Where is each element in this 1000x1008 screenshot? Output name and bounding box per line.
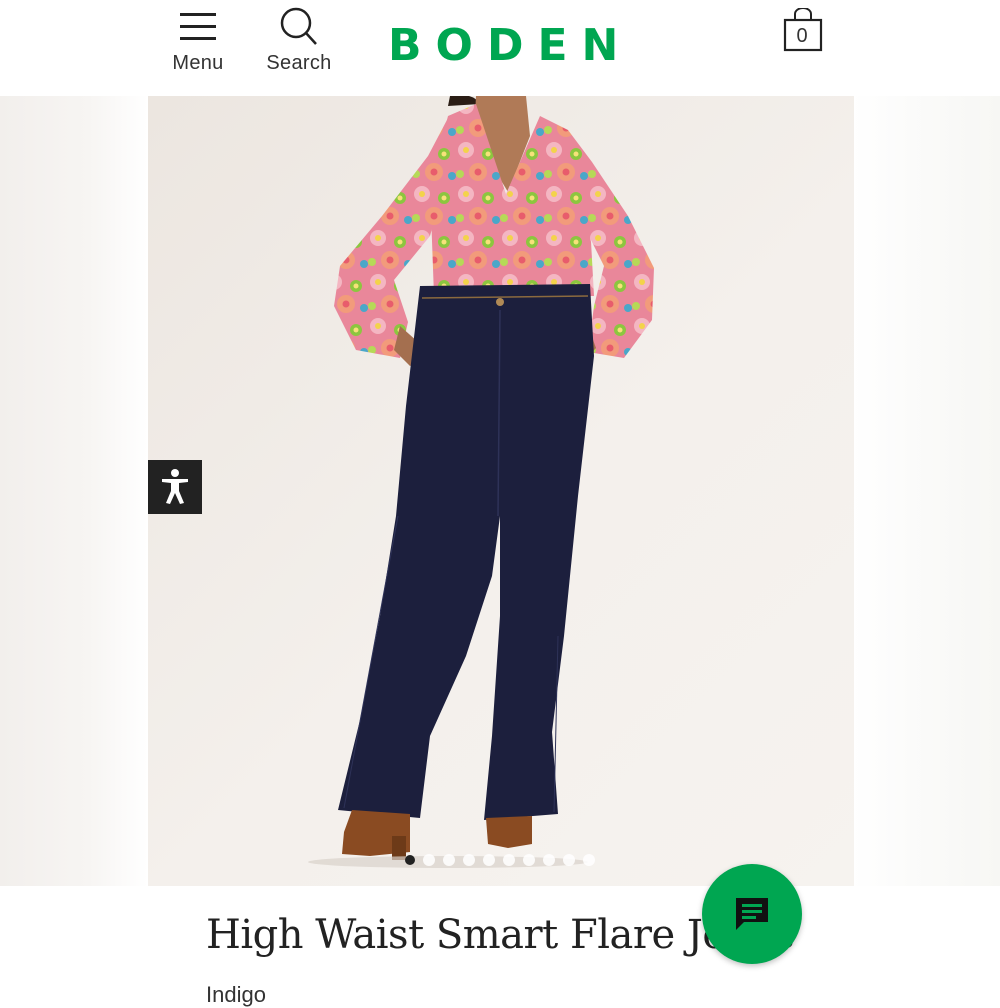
product-colour: Indigo — [206, 982, 266, 1007]
carousel-dot[interactable] — [463, 854, 475, 866]
search-button[interactable]: Search — [262, 6, 336, 75]
carousel-dots — [405, 854, 595, 866]
site-header: Menu Search BODEN 0 — [0, 0, 1000, 96]
carousel-dot[interactable] — [563, 854, 575, 866]
carousel-dot[interactable] — [443, 854, 455, 866]
carousel-dot[interactable] — [583, 854, 595, 866]
accessibility-button[interactable] — [148, 460, 202, 514]
hamburger-icon — [180, 13, 216, 40]
bag-count: 0 — [796, 25, 808, 47]
brand-logo[interactable]: BODEN — [388, 18, 618, 74]
menu-button[interactable]: Menu — [168, 6, 228, 75]
carousel-dot[interactable] — [423, 854, 435, 866]
chat-icon — [736, 898, 768, 930]
carousel-dot[interactable] — [543, 854, 555, 866]
product-image[interactable] — [148, 96, 854, 886]
carousel-dot[interactable] — [483, 854, 495, 866]
carousel-dot[interactable] — [405, 855, 415, 865]
carousel-dot[interactable] — [503, 854, 515, 866]
chat-button[interactable] — [702, 864, 802, 964]
search-icon — [280, 7, 317, 45]
background-right — [852, 96, 1000, 886]
shopping-bag-button[interactable]: 0 — [782, 7, 824, 52]
search-label: Search — [266, 52, 332, 74]
menu-label: Menu — [172, 52, 224, 74]
carousel-dot[interactable] — [523, 854, 535, 866]
accessibility-icon — [162, 469, 188, 504]
background-left — [0, 96, 148, 886]
